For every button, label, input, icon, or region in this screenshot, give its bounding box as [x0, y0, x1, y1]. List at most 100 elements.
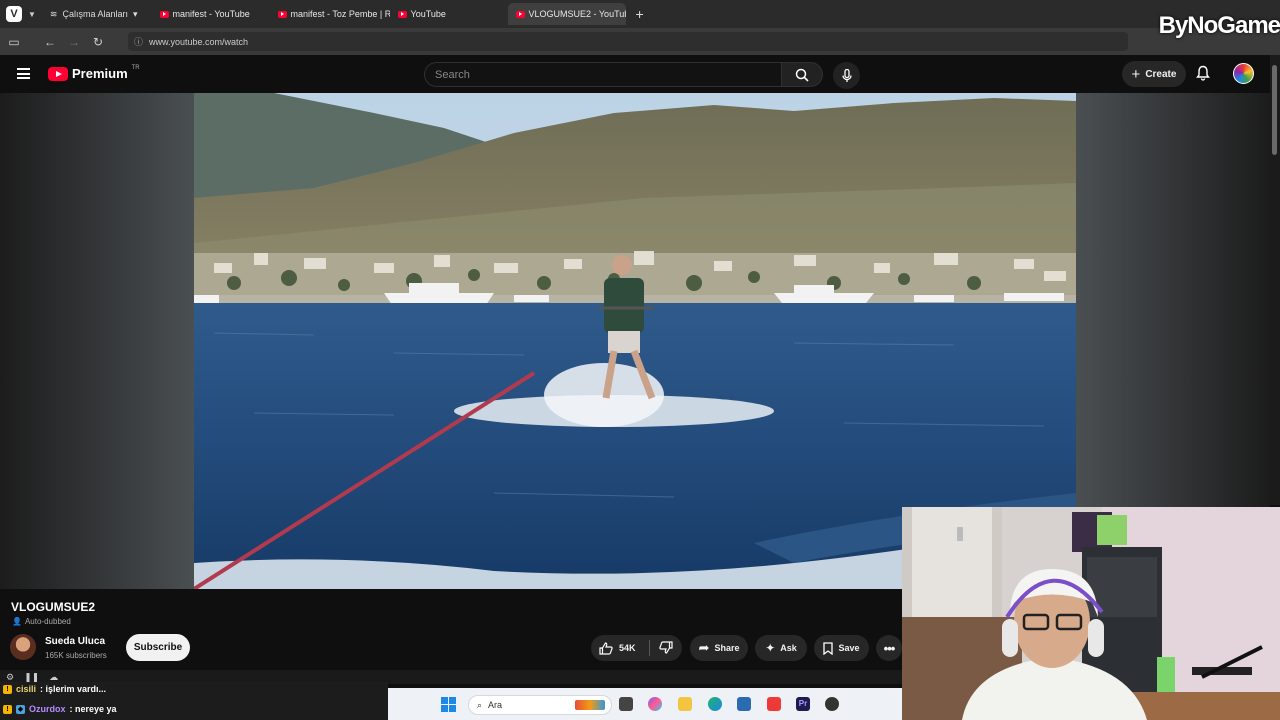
video-title: VLOGUMSUE2 — [11, 600, 96, 614]
search-icon: ⌕ — [477, 699, 483, 710]
chat-text: : nereye ya — [69, 704, 117, 714]
panel-toggle-icon[interactable]: ▭ — [4, 35, 24, 49]
like-button[interactable]: 54K — [599, 641, 636, 655]
browser-tab[interactable]: manifest - Toz Pembe | Roll — [270, 3, 390, 25]
like-count: 54K — [619, 643, 636, 653]
thumbs-up-icon — [599, 641, 613, 655]
account-avatar[interactable] — [1233, 63, 1254, 84]
search-input[interactable]: Search — [424, 62, 782, 87]
site-info-icon[interactable]: ⓘ — [134, 35, 143, 48]
chat-text: : işlerim vardı... — [40, 684, 107, 694]
notifications-button[interactable] — [1196, 65, 1210, 86]
workspaces-button[interactable]: ≋ Çalışma Alanları ▾ — [50, 9, 138, 20]
browser-menu-icon[interactable]: V — [6, 6, 22, 22]
search-placeholder: Search — [435, 68, 470, 81]
logo-text: Premium — [72, 66, 128, 81]
taskbar-search-input[interactable]: ⌕ Ara — [468, 695, 612, 715]
workspace-label: Çalışma Alanları — [62, 9, 128, 19]
back-icon[interactable]: ← — [40, 35, 60, 49]
channel-name[interactable]: Sueda Uluca — [45, 636, 105, 647]
chat-message: ! cisili : işlerim vardı... — [3, 684, 106, 694]
url-field[interactable]: ⓘ www.youtube.com/watch — [128, 32, 1128, 51]
browser-tab-active[interactable]: VLOGUMSUE2 - YouTube ✕ — [507, 3, 626, 25]
person-voice-icon: 👤 — [12, 617, 22, 626]
file-explorer-icon[interactable] — [678, 697, 692, 711]
reload-icon[interactable]: ↻ — [88, 35, 108, 49]
tab-title: manifest - YouTube — [172, 9, 250, 19]
microphone-icon — [841, 68, 852, 82]
chat-username: cisili — [16, 684, 37, 694]
save-label: Save — [838, 643, 860, 653]
create-button[interactable]: + Create — [1122, 61, 1186, 87]
channel-avatar[interactable] — [10, 634, 36, 660]
watermark-logo: ByNoGame — [1158, 12, 1280, 39]
chevron-down-icon: ▾ — [133, 8, 138, 19]
browser-tab-bar: V ▼ ≋ Çalışma Alanları ▾ manifest - YouT… — [0, 0, 1280, 28]
taskbar-search-placeholder: Ara — [488, 700, 503, 710]
bell-icon — [1196, 65, 1210, 81]
bookmark-icon — [823, 641, 834, 655]
create-label: Create — [1145, 68, 1177, 80]
search-highlight-icon — [575, 700, 605, 710]
thumbs-down-icon — [658, 640, 673, 654]
windows-taskbar: ⌕ Ara Pr — [388, 688, 902, 720]
youtube-favicon-icon — [515, 10, 525, 18]
youtube-favicon-icon — [277, 10, 287, 18]
ambient-glow-right — [1076, 93, 1270, 507]
tab-title: manifest - Toz Pembe | Roll — [290, 9, 390, 19]
auto-dubbed-label: Auto-dubbed — [24, 617, 71, 626]
tab-title: VLOGUMSUE2 - YouTube — [528, 9, 626, 19]
more-horizontal-icon: ••• — [883, 640, 896, 656]
chat-message: ! ◆ Ozurdox : nereye ya — [3, 704, 117, 714]
more-actions-button[interactable]: ••• — [876, 635, 902, 661]
address-bar-row: ▭ ← → ↻ ⓘ www.youtube.com/watch — [0, 28, 1280, 55]
task-view-icon[interactable] — [619, 697, 633, 711]
obs-icon[interactable] — [825, 697, 839, 711]
ambient-glow-left — [0, 93, 194, 589]
premiere-pro-icon[interactable]: Pr — [796, 697, 810, 711]
chevron-down-icon[interactable]: ▼ — [28, 10, 36, 19]
share-button[interactable]: ➦ Share — [690, 635, 748, 661]
youtube-play-icon — [48, 66, 68, 81]
copilot-icon[interactable] — [648, 697, 662, 711]
windows-start-icon[interactable] — [441, 697, 456, 712]
like-dislike-group: 54K — [591, 635, 682, 661]
ask-label: Ask — [780, 643, 797, 653]
page-scrollbar[interactable] — [1270, 55, 1280, 505]
subscribe-button[interactable]: Subscribe — [126, 634, 190, 661]
scrollbar-thumb[interactable] — [1272, 65, 1277, 155]
share-icon: ➦ — [698, 640, 710, 655]
share-label: Share — [714, 643, 740, 653]
dislike-button[interactable] — [658, 640, 673, 656]
search-button[interactable] — [781, 62, 823, 87]
url-text: www.youtube.com/watch — [149, 36, 249, 47]
youtube-favicon-icon — [159, 10, 169, 18]
edge-icon[interactable] — [708, 697, 722, 711]
tab-title: YouTube — [410, 9, 446, 19]
store-icon[interactable] — [737, 697, 751, 711]
menu-icon[interactable] — [17, 68, 30, 79]
voice-search-button[interactable] — [833, 62, 860, 89]
chat-badge-icon: ! — [3, 704, 12, 714]
forward-icon[interactable]: → — [64, 35, 84, 49]
subscriber-count: 165K subscribers — [45, 651, 107, 660]
settings-icon[interactable]: ⚙ — [6, 672, 14, 683]
youtube-logo[interactable]: Premium TR — [48, 64, 140, 81]
vivaldi-icon[interactable] — [767, 697, 781, 711]
ask-button[interactable]: ✦ Ask — [755, 635, 807, 661]
chat-username: Ozurdox — [29, 704, 66, 714]
cloud-icon[interactable]: ☁ — [49, 672, 58, 683]
search-icon — [795, 68, 809, 82]
chat-badge-icon: ! — [3, 684, 12, 694]
webcam-overlay — [902, 507, 1280, 720]
save-button[interactable]: Save — [814, 635, 869, 661]
browser-tab[interactable]: manifest - YouTube — [152, 3, 270, 25]
region-code: TR — [131, 64, 140, 71]
divider — [648, 640, 650, 656]
browser-tab[interactable]: YouTube — [390, 3, 508, 25]
plus-icon: + — [1131, 65, 1141, 83]
screen: V ▼ ≋ Çalışma Alanları ▾ manifest - YouT… — [0, 0, 1280, 720]
pause-icon[interactable]: ❚❚ — [24, 672, 39, 683]
youtube-header: Premium TR Search + Create — [0, 55, 1270, 93]
new-tab-icon[interactable]: + — [636, 6, 644, 22]
